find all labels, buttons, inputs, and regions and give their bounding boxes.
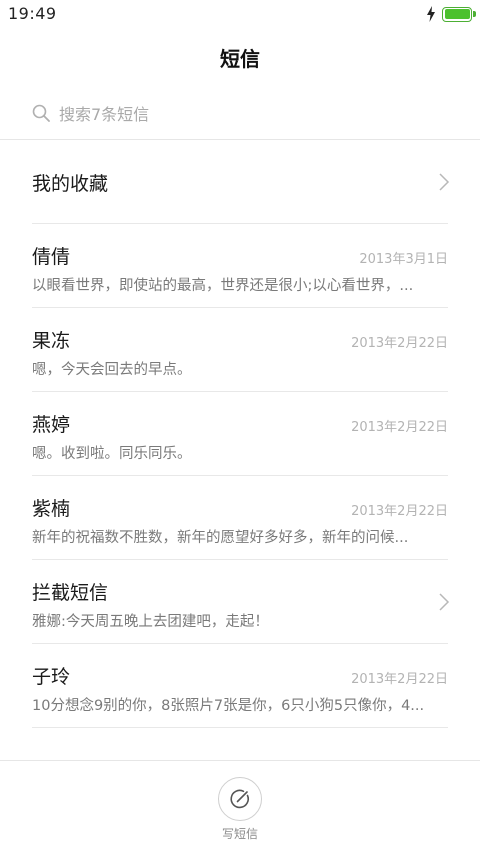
status-bar: 19:49 xyxy=(0,0,480,28)
list-item-title: 倩倩 xyxy=(32,246,71,268)
compose-icon xyxy=(230,789,249,809)
list-item-preview: 嗯。收到啦。同乐同乐。 xyxy=(32,446,192,462)
list-item[interactable]: 燕婷 2013年2月22日 嗯。收到啦。同乐同乐。 xyxy=(0,392,480,476)
search-icon xyxy=(32,104,50,122)
search-input[interactable]: 搜索7条短信 xyxy=(59,101,149,125)
list-item-blocked[interactable]: 拦截短信 雅娜:今天周五晚上去团建吧，走起！ xyxy=(0,560,480,644)
battery-cap xyxy=(473,11,476,17)
list-item-preview: 新年的祝福数不胜数，新年的愿望好多好多，新年的问候... xyxy=(32,530,409,546)
search-bar[interactable]: 搜索7条短信 xyxy=(32,101,149,125)
compose-label: 写短信 xyxy=(221,827,258,841)
list-item-preview: 雅娜:今天周五晚上去团建吧，走起！ xyxy=(32,614,269,630)
list-item-date: 2013年2月22日 xyxy=(351,672,448,687)
status-time: 19:49 xyxy=(8,4,57,23)
list-item-preview: 嗯，今天会回去的早点。 xyxy=(32,362,192,378)
list-item-preview: 10分想念9别的你，8张照片7张是你，6只小狗5只像你，4... xyxy=(32,698,425,714)
chevron-right-icon xyxy=(439,593,450,611)
list-item[interactable]: 倩倩 2013年3月1日 以眼看世界，即使站的最高，世界还是很小;以心看世界，.… xyxy=(0,224,480,308)
list-item-title: 拦截短信 xyxy=(32,582,109,604)
chevron-right-icon xyxy=(439,173,450,191)
list-item-date: 2013年3月1日 xyxy=(359,252,448,267)
list-item[interactable]: 紫楠 2013年2月22日 新年的祝福数不胜数，新年的愿望好多好多，新年的问候.… xyxy=(0,476,480,560)
list-item[interactable]: 子玲 2013年2月22日 10分想念9别的你，8张照片7张是你，6只小狗5只像… xyxy=(0,644,480,728)
list-item-date: 2013年2月22日 xyxy=(351,420,448,435)
list-item-date: 2013年2月22日 xyxy=(351,336,448,351)
compose-button[interactable] xyxy=(218,777,262,821)
list-item-title: 紫楠 xyxy=(32,498,71,520)
list-item-title: 果冻 xyxy=(32,330,71,352)
battery-fill xyxy=(444,9,470,19)
list-item-favorites[interactable]: 我的收藏 xyxy=(0,140,480,224)
page-title: 短信 xyxy=(220,47,260,71)
list-item-preview: 以眼看世界，即使站的最高，世界还是很小;以心看世界，... xyxy=(32,278,414,294)
list-item-date: 2013年2月22日 xyxy=(351,504,448,519)
conversation-list: 我的收藏 倩倩 2013年3月1日 以眼看世界，即使站的最高，世界还是很小;以心… xyxy=(0,140,480,728)
bottom-bar: 写短信 xyxy=(0,760,480,853)
status-icons xyxy=(426,5,476,23)
list-item-title: 子玲 xyxy=(32,666,71,688)
charging-bolt-icon xyxy=(427,6,435,22)
list-item-title: 燕婷 xyxy=(32,414,71,436)
battery-full-icon xyxy=(442,6,476,22)
list-item[interactable]: 果冻 2013年2月22日 嗯，今天会回去的早点。 xyxy=(0,308,480,392)
list-item-title: 我的收藏 xyxy=(32,173,109,195)
